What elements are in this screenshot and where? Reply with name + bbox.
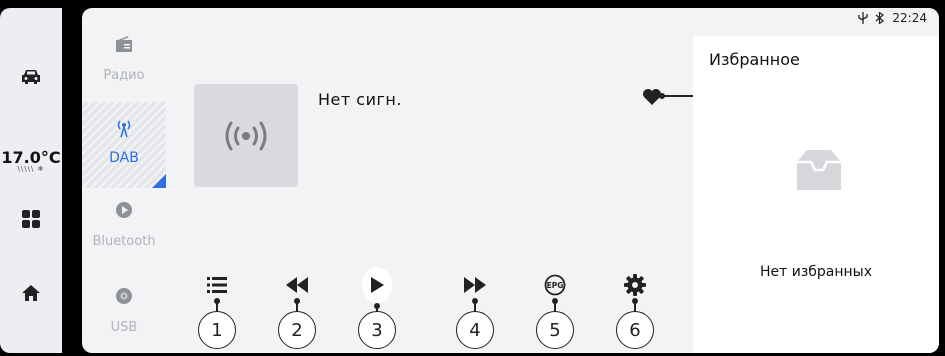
play-button[interactable] [362,267,392,303]
source-dab[interactable]: DAB [82,102,166,188]
play-icon [371,277,384,293]
head-unit-screen: 17.0°C \\\\\ ❄ Радио DAB Bluetooth USB 2… [0,0,945,356]
source-bluetooth[interactable]: Bluetooth [82,188,166,274]
next-icon [464,277,486,293]
source-label: USB [110,320,138,335]
callout-2: 2 [278,311,316,349]
bluetooth-play-icon [114,200,134,220]
source-list: Радио DAB Bluetooth USB [82,8,166,353]
station-artwork [194,84,298,187]
settings-icon [624,274,646,296]
epg-button[interactable]: EPG [540,270,570,300]
favorites-empty-text: Нет избранных [759,264,873,280]
source-radio[interactable]: Радио [82,22,166,108]
epg-label: EPG [547,281,564,290]
callout-5: 5 [536,311,574,349]
broadcast-icon [225,121,267,150]
home-icon [22,285,40,301]
dab-antenna-icon [114,118,134,138]
bluetooth-icon [876,12,885,24]
source-label: Bluetooth [92,234,156,249]
callout-1: 1 [198,311,236,349]
settings-button[interactable] [620,270,650,300]
system-rail: 17.0°C \\\\\ ❄ [0,8,62,353]
radio-app: Радио DAB Bluetooth USB 22:24 Нет сигн. … [82,8,939,353]
callout-6: 6 [616,311,654,349]
usb-disc-icon [114,286,134,306]
favorites-panel: Избранное Нет избранных [693,36,939,353]
usb-icon [858,12,869,24]
favorites-title: Избранное [709,50,800,69]
radio-icon [114,34,134,54]
callout-3: 3 [358,311,396,349]
active-indicator [152,174,166,188]
car-button[interactable] [0,62,62,92]
clock: 22:24 [892,11,927,25]
play-background [362,267,392,303]
home-button[interactable] [0,278,62,308]
previous-icon [286,277,308,293]
source-usb[interactable]: USB [82,274,166,353]
callout-4: 4 [456,311,494,349]
previous-button[interactable] [282,270,312,300]
status-bar: 22:24 [858,11,927,25]
epg-icon: EPG [544,274,566,296]
empty-tray-icon [797,150,841,190]
apps-button[interactable] [0,204,62,234]
next-button[interactable] [460,270,490,300]
car-icon [22,70,40,84]
source-label: Радио [103,68,145,83]
station-list-button[interactable] [202,270,232,300]
source-label: DAB [109,150,139,166]
apps-grid-icon [22,210,40,228]
climate-temperature[interactable]: 17.0°C \\\\\ ❄ [0,148,62,173]
station-name: Нет сигн. [318,90,402,109]
list-icon [207,277,227,293]
